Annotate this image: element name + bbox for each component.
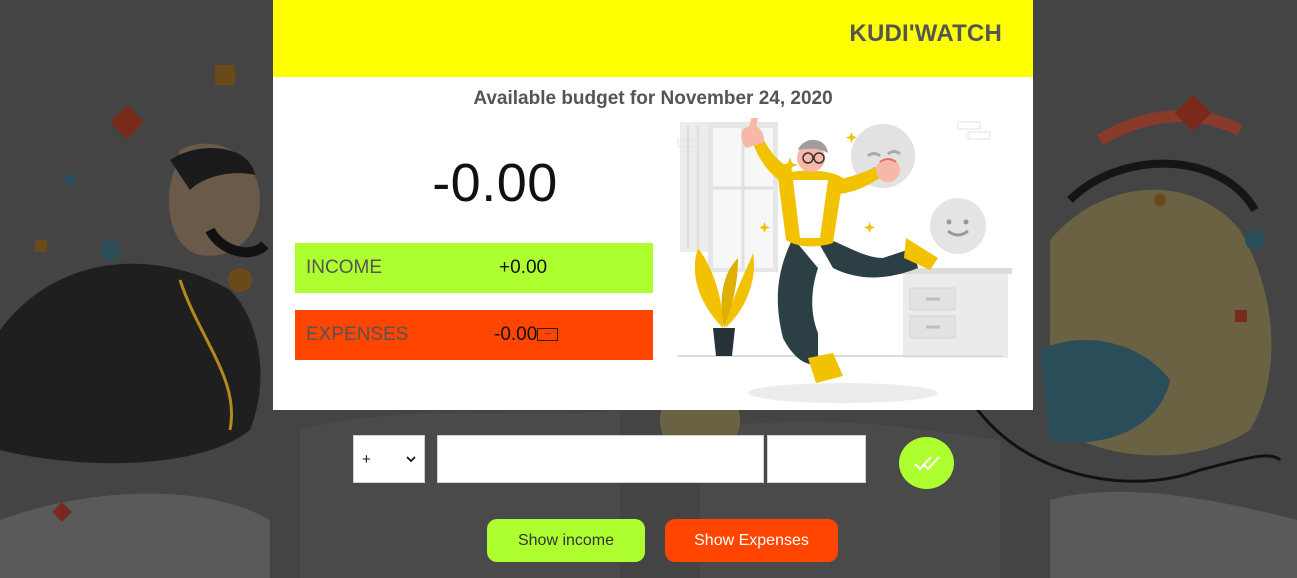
header-bar: KUDI'WATCH — [273, 0, 1033, 77]
income-row: INCOME +0.00 — [295, 243, 653, 293]
type-select[interactable]: + — [353, 435, 425, 483]
budget-card: KUDI'WATCH Available budget for November… — [273, 0, 1033, 410]
show-income-button[interactable]: Show income — [487, 519, 645, 562]
expenses-percentage: --- — [537, 328, 559, 342]
brand-title: KUDI'WATCH — [849, 20, 1002, 47]
add-item-button[interactable] — [899, 437, 954, 489]
expenses-label: EXPENSES — [306, 324, 409, 345]
show-expenses-button[interactable]: Show Expenses — [665, 519, 838, 562]
income-label: INCOME — [306, 257, 382, 278]
expenses-value: -0.00 — [494, 324, 538, 345]
value-input[interactable] — [767, 435, 866, 483]
chevron-down-icon — [406, 455, 416, 462]
budget-value: -0.00 — [432, 153, 558, 213]
dancing-man-illustration — [677, 118, 1012, 403]
income-value: +0.00 — [499, 257, 548, 278]
description-input[interactable] — [437, 435, 764, 483]
type-select-value: + — [362, 450, 371, 468]
double-check-icon — [913, 456, 940, 471]
expenses-row: EXPENSES -0.00 --- — [295, 310, 653, 360]
expenses-value-group: -0.00 --- — [494, 324, 559, 346]
budget-title: Available budget for November 24, 2020 — [473, 88, 833, 109]
